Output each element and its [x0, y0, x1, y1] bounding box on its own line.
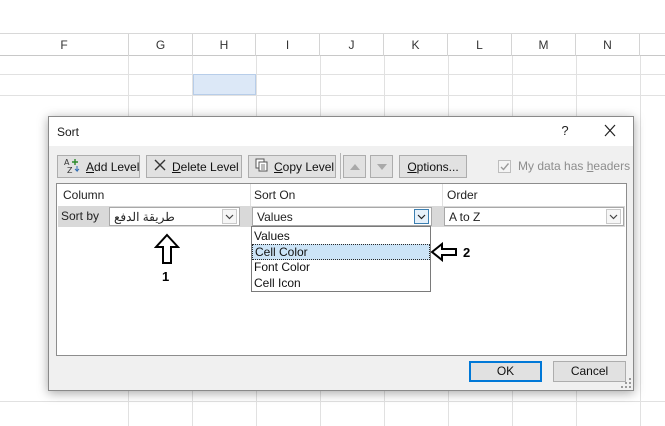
delete-level-label: Delete Level — [172, 159, 239, 174]
column-header-j[interactable]: J — [320, 34, 384, 56]
selected-cell[interactable] — [193, 74, 256, 95]
order-combobox[interactable]: A to Z — [444, 207, 624, 226]
copy-icon — [255, 158, 269, 175]
option-cell-color[interactable]: Cell Color — [252, 244, 430, 260]
column-combobox[interactable]: طريقة الدفع — [109, 207, 240, 226]
copy-level-label: Copy Level — [274, 159, 335, 174]
annotation-label-2: 2 — [463, 245, 471, 260]
header-divider — [250, 184, 251, 206]
option-cell-icon[interactable]: Cell Icon — [252, 276, 430, 292]
dialog-titlebar: Sort ? — [49, 117, 633, 146]
column-header-f[interactable]: F — [0, 34, 129, 56]
chevron-down-icon — [417, 214, 426, 220]
headers-checkbox-group[interactable]: My data has headers — [498, 159, 630, 173]
chevron-down-icon — [609, 214, 618, 220]
checkmark-icon — [500, 162, 510, 171]
annotation-label-1: 1 — [162, 269, 170, 284]
sort-on-dropdown-arrow[interactable] — [414, 209, 429, 224]
ribbon-area — [0, 0, 665, 34]
sort-level-row[interactable]: Sort by طريقة الدفع Values A to Z — [58, 206, 625, 227]
column-header-order: Order — [447, 188, 478, 202]
headers-checkbox[interactable] — [498, 159, 511, 173]
column-header-i[interactable]: I — [256, 34, 320, 56]
copy-level-button[interactable]: Copy Level — [248, 155, 336, 178]
close-button[interactable] — [597, 120, 623, 142]
column-header-k[interactable]: K — [384, 34, 448, 56]
move-down-button[interactable] — [370, 155, 393, 178]
delete-level-button[interactable]: Delete Level — [146, 155, 242, 178]
arrow-up-annotation-icon — [154, 233, 180, 264]
resize-grip-icon[interactable] — [621, 378, 631, 388]
options-button[interactable]: Options... — [399, 155, 467, 178]
cancel-button[interactable]: Cancel — [553, 361, 626, 382]
grid-line — [0, 74, 665, 75]
ok-button[interactable]: OK — [469, 361, 542, 382]
column-header-l[interactable]: L — [448, 34, 512, 56]
add-level-icon: AZ — [64, 157, 81, 176]
sort-on-dropdown-list: Values Cell Color Font Color Cell Icon — [251, 226, 431, 292]
column-dropdown-arrow[interactable] — [222, 209, 237, 224]
delete-icon — [153, 158, 167, 175]
triangle-up-icon — [349, 163, 360, 170]
column-header-g[interactable]: G — [129, 34, 193, 56]
sort-on-combobox[interactable]: Values — [252, 207, 432, 226]
arrow-left-annotation-icon — [430, 242, 457, 262]
column-header-bar: F G H I J K L M N — [0, 34, 665, 56]
svg-text:Z: Z — [67, 166, 73, 173]
option-font-color[interactable]: Font Color — [252, 260, 430, 276]
column-header-n[interactable]: N — [576, 34, 640, 56]
move-up-button[interactable] — [343, 155, 366, 178]
column-value: طريقة الدفع — [114, 210, 175, 224]
grid-line — [640, 56, 641, 426]
dialog-title: Sort — [57, 125, 80, 139]
option-values[interactable]: Values — [252, 229, 430, 245]
order-dropdown-arrow[interactable] — [606, 209, 621, 224]
sort-by-label: Sort by — [61, 209, 100, 223]
order-value: A to Z — [449, 210, 481, 224]
column-header-h[interactable]: H — [193, 34, 256, 56]
column-header-column: Column — [63, 188, 105, 202]
column-header-m[interactable]: M — [512, 34, 576, 56]
headers-checkbox-label: My data has headers — [518, 159, 631, 173]
chevron-down-icon — [225, 214, 234, 220]
column-header-sort-on: Sort On — [254, 188, 296, 202]
grid-line — [0, 401, 665, 402]
add-level-label: Add Level — [86, 159, 140, 174]
header-divider — [442, 184, 443, 206]
toolbar-separator — [340, 153, 341, 179]
help-button[interactable]: ? — [552, 120, 578, 142]
triangle-down-icon — [376, 163, 387, 170]
grid-line — [0, 95, 665, 96]
close-icon — [604, 124, 616, 137]
options-label: Options... — [407, 159, 459, 174]
sort-on-value: Values — [257, 210, 293, 224]
add-level-button[interactable]: AZ Add Level — [57, 155, 140, 178]
